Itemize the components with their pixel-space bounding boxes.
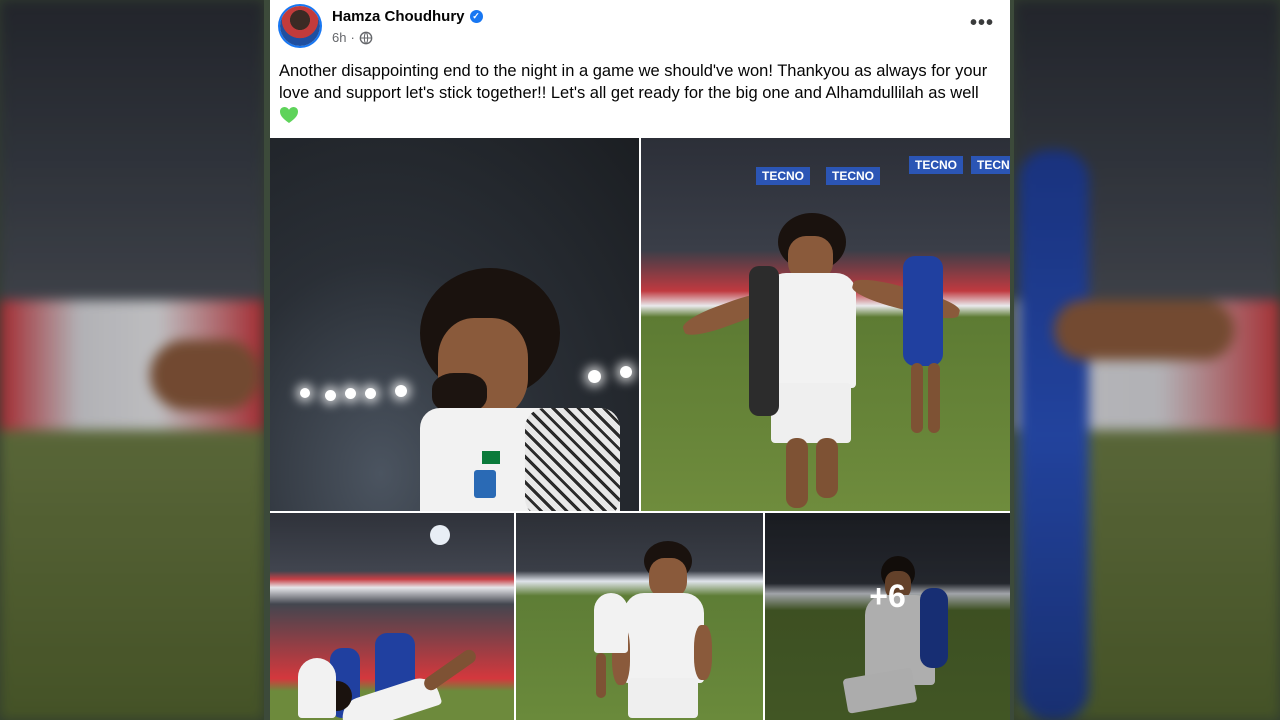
stadium-light (325, 390, 336, 401)
sponsor-board: TECNO (909, 156, 963, 174)
player-beard (432, 373, 487, 413)
jersey-pattern (525, 408, 620, 511)
caption-text: Another disappointing end to the night i… (279, 62, 988, 102)
stadium-light (620, 366, 632, 378)
player-arm (694, 625, 712, 680)
more-options-button[interactable]: ••• (968, 12, 996, 40)
post-time[interactable]: 6h (332, 30, 346, 45)
referee (749, 266, 779, 416)
more-photos-count: +6 (869, 578, 906, 614)
player-leg (421, 647, 479, 693)
stadium-light (300, 388, 310, 398)
sponsor-board: TECNO (756, 167, 810, 185)
background-left (0, 0, 264, 720)
player-shorts (771, 383, 851, 443)
player-leg (816, 438, 838, 498)
stadium-light (395, 385, 407, 397)
photo-1[interactable] (270, 138, 639, 511)
green-heart-icon (280, 107, 298, 123)
more-photos-overlay[interactable]: +6 (765, 513, 1010, 720)
post-card: Hamza Choudhury ✓ 6h · ••• Another disap… (270, 0, 1010, 720)
post-header: Hamza Choudhury ✓ 6h · ••• (270, 0, 1010, 56)
photo-5[interactable]: +6 (765, 513, 1010, 720)
author-avatar[interactable] (280, 6, 320, 46)
flag-badge (482, 451, 500, 464)
opponent-leg (911, 363, 923, 433)
player-jersey (624, 593, 704, 683)
player-face (649, 558, 687, 598)
background-right (1014, 0, 1280, 720)
player-jersey (766, 273, 856, 388)
author-name[interactable]: Hamza Choudhury (332, 8, 465, 25)
post-meta: 6h · (332, 30, 373, 45)
teammate-jersey (298, 658, 336, 718)
verified-badge-icon: ✓ (469, 10, 483, 23)
football (430, 525, 450, 545)
teammate-jersey (594, 593, 628, 653)
sponsor-board: TECNO (971, 156, 1010, 174)
stadium-light (588, 370, 601, 383)
photo-2[interactable]: TECNO TECNO TECNO TECNO (641, 138, 1010, 511)
sponsor-board: TECNO (826, 167, 880, 185)
player-leg (786, 438, 808, 508)
author-row: Hamza Choudhury ✓ (332, 8, 483, 25)
opponent-player (903, 256, 943, 366)
post-caption: Another disappointing end to the night i… (279, 60, 1003, 124)
stadium-light (365, 388, 376, 399)
opponent-leg (928, 363, 940, 433)
team-crest (474, 470, 496, 498)
teammate-leg (596, 653, 606, 698)
stadium-light (345, 388, 356, 399)
player-shorts (628, 678, 698, 718)
meta-separator: · (350, 30, 355, 45)
photo-3[interactable] (270, 513, 514, 720)
globe-icon[interactable] (359, 31, 373, 45)
photo-4[interactable] (516, 513, 763, 720)
